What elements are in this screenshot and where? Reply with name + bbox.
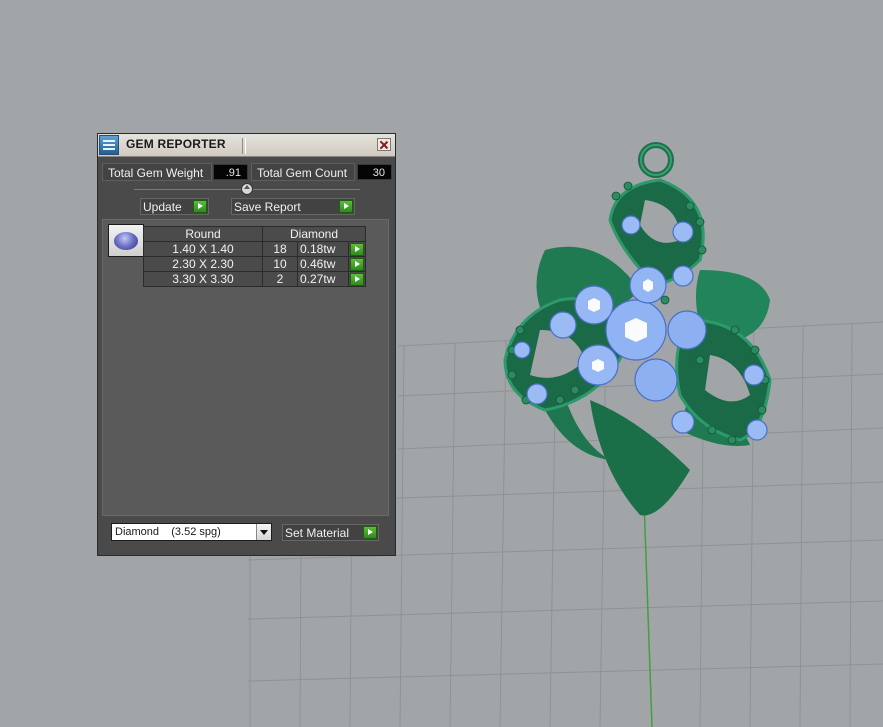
total-gem-weight-value: .91: [213, 164, 248, 180]
table-row[interactable]: 2.30 X 2.30 10 0.46tw: [143, 256, 366, 272]
save-report-button[interactable]: Save Report: [231, 198, 355, 215]
total-gem-count-label: Total Gem Count: [251, 163, 355, 181]
gem-reporter-panel: GEM REPORTER Total Gem Weight .91 Total …: [97, 133, 396, 556]
row-select-button[interactable]: [348, 241, 366, 257]
total-gem-weight-label: Total Gem Weight: [102, 163, 212, 181]
title-divider: [242, 138, 246, 154]
gem-weight: 0.46tw: [297, 256, 349, 272]
close-icon[interactable]: [377, 138, 391, 151]
table-row[interactable]: 3.30 X 3.30 2 0.27tw: [143, 271, 366, 287]
chevron-down-icon[interactable]: [256, 524, 271, 540]
play-arrow-icon: [350, 243, 364, 256]
gem-reporter-app-icon: [99, 135, 119, 155]
gem-weight: 0.27tw: [297, 271, 349, 287]
gem-size: 2.30 X 2.30: [143, 256, 263, 272]
gem-count: 10: [262, 256, 298, 272]
row-select-button[interactable]: [348, 256, 366, 272]
play-arrow-icon: [339, 200, 353, 213]
update-button[interactable]: Update: [140, 198, 209, 215]
table-header-row: Round Diamond: [143, 226, 366, 242]
gem-count: 18: [262, 241, 298, 257]
gem-size: 1.40 X 1.40: [143, 241, 263, 257]
splitter-handle[interactable]: [241, 183, 253, 195]
table-row[interactable]: 1.40 X 1.40 18 0.18tw: [143, 241, 366, 257]
row-select-button[interactable]: [348, 271, 366, 287]
play-arrow-icon: [350, 258, 364, 271]
gem-count: 2: [262, 271, 298, 287]
play-arrow-icon: [350, 273, 364, 286]
play-arrow-icon: [363, 526, 377, 539]
material-selected-value: Diamond (3.52 spg): [115, 526, 221, 538]
header-shape: Round: [143, 226, 263, 242]
play-arrow-icon: [193, 200, 207, 213]
round-diamond-icon[interactable]: [108, 224, 144, 257]
set-material-button-label: Set Material: [285, 526, 350, 540]
gem-list-area: Round Diamond 1.40 X 1.40 18 0.18tw 2.30…: [102, 219, 389, 516]
set-material-button[interactable]: Set Material: [282, 524, 379, 541]
update-button-label: Update: [143, 200, 182, 214]
total-gem-count-value: 30: [357, 164, 392, 180]
gem-size: 3.30 X 3.30: [143, 271, 263, 287]
gem-table: Round Diamond 1.40 X 1.40 18 0.18tw 2.30…: [143, 226, 366, 287]
material-dropdown[interactable]: Diamond (3.52 spg): [111, 523, 272, 541]
header-material: Diamond: [262, 226, 366, 242]
title-bar[interactable]: GEM REPORTER: [98, 134, 395, 157]
save-report-button-label: Save Report: [234, 200, 301, 214]
gem-weight: 0.18tw: [297, 241, 349, 257]
panel-title: GEM REPORTER: [126, 137, 226, 151]
